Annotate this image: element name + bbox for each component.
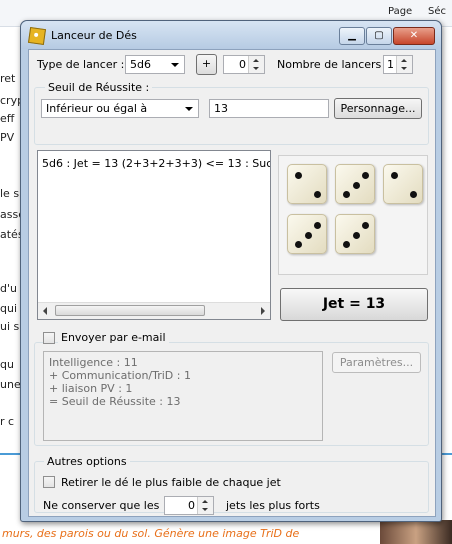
die-face-2 (287, 164, 327, 204)
arrow-up-icon (202, 500, 208, 503)
die-face-3 (335, 214, 375, 254)
page-menu[interactable]: Page (388, 6, 412, 17)
detail-line: Intelligence : 11 (49, 356, 138, 369)
bg-bottom-text: murs, des parois ou du sol. Génère une i… (2, 527, 300, 540)
die-pip (352, 231, 360, 239)
arrow-up-icon (401, 59, 407, 62)
arrow-down-icon (253, 67, 259, 70)
comparator-select[interactable]: Inférieur ou égal à (41, 99, 199, 118)
roll-count-value: 1 (387, 58, 394, 71)
bg-text-fragment: r c (0, 415, 15, 428)
result-log[interactable]: 5d6 : Jet = 13 (2+3+2+3+3) <= 13 : Succè… (37, 150, 271, 320)
die-face-3 (335, 164, 375, 204)
spinner-arrows[interactable] (248, 56, 264, 73)
chevron-down-icon (185, 107, 193, 111)
remove-lowest-label: Retirer le dé le plus faible de chaque j… (61, 476, 281, 489)
threshold-value: 13 (214, 102, 228, 115)
arrow-down-icon (401, 67, 407, 70)
threshold-value-input[interactable]: 13 (209, 99, 329, 118)
die-pip (352, 181, 360, 189)
die-pip (314, 222, 321, 229)
email-checkbox-label: Envoyer par e-mail (58, 331, 169, 344)
die-pip (295, 241, 302, 248)
roll-type-label: Type de lancer : (37, 58, 125, 71)
arrow-up-icon (253, 59, 259, 62)
bg-text-fragment: PV (0, 131, 15, 144)
bg-text-fragment: qu (0, 358, 14, 371)
die-pip (295, 172, 302, 179)
keep-suffix-label: jets les plus forts (226, 499, 320, 512)
other-options-label: Autres options (44, 455, 130, 468)
arrow-left-icon[interactable] (43, 307, 47, 315)
detail-line: = Seuil de Réussite : 13 (49, 395, 181, 408)
horizontal-scrollbar[interactable] (38, 302, 270, 319)
title-bar[interactable]: Lanceur de Dés ▁ ▢ ✕ (21, 21, 441, 49)
keep-prefix-label: Ne conserver que les (43, 499, 160, 512)
bg-text-fragment: le s (0, 187, 20, 200)
minimize-button[interactable]: ▁ (339, 27, 365, 45)
scrollbar-thumb[interactable] (55, 305, 205, 316)
security-menu[interactable]: Séc (428, 6, 446, 17)
spinner-arrows[interactable] (396, 56, 412, 73)
add-modifier-button[interactable]: + (196, 54, 217, 75)
maximize-button[interactable]: ▢ (366, 27, 392, 45)
modifier-spinner[interactable]: 0 (223, 55, 265, 74)
chevron-down-icon (171, 63, 179, 67)
bg-text-fragment: ui s (0, 320, 20, 333)
die-pip (304, 231, 312, 239)
die-pip (391, 172, 398, 179)
roll-count-spinner[interactable]: 1 (383, 55, 413, 74)
spinner-arrows[interactable] (197, 497, 213, 514)
die-face-3 (287, 214, 327, 254)
email-details: Intelligence : 11 + Communication/TriD :… (43, 351, 323, 441)
roll-button[interactable]: Jet = 13 (280, 288, 428, 321)
roll-type-value: 5d6 (130, 58, 151, 71)
detail-line: + liaison PV : 1 (49, 382, 133, 395)
remove-lowest-checkbox[interactable] (43, 476, 55, 488)
bg-text-fragment: ret (0, 72, 16, 85)
comparator-value: Inférieur ou égal à (46, 102, 148, 115)
keep-count-value: 0 (188, 499, 195, 512)
keep-count-spinner[interactable]: 0 (164, 496, 214, 515)
roll-type-select[interactable]: 5d6 (125, 55, 185, 74)
roll-count-label: Nombre de lancers : (277, 58, 389, 71)
die-pip (343, 191, 350, 198)
bg-text-fragment: eff (0, 112, 15, 125)
die-pip (362, 222, 369, 229)
die-pip (314, 191, 321, 198)
window-title: Lanceur de Dés (51, 29, 137, 42)
arrow-down-icon (202, 508, 208, 511)
dialog-body: Type de lancer : 5d6 + 0 Nombre de lance… (28, 49, 436, 517)
arrow-right-icon[interactable] (261, 307, 265, 315)
detail-line: + Communication/TriD : 1 (49, 369, 191, 382)
close-button[interactable]: ✕ (393, 27, 435, 45)
die-pip (343, 241, 350, 248)
dice-panel (278, 155, 428, 275)
threshold-group-label: Seuil de Réussite : (45, 81, 153, 94)
dice-roller-window: Lanceur de Dés ▁ ▢ ✕ Type de lancer : 5d… (20, 20, 442, 522)
email-checkbox[interactable] (43, 332, 55, 344)
die-face-2 (383, 164, 423, 204)
bg-text-fragment: d'u (0, 282, 17, 295)
die-pip (362, 172, 369, 179)
dice-app-icon (27, 26, 47, 46)
result-line: 5d6 : Jet = 13 (2+3+2+3+3) <= 13 : Succè… (42, 157, 271, 170)
bg-text-fragment: qui (0, 302, 18, 315)
die-pip (410, 191, 417, 198)
parameters-button[interactable]: Paramètres... (332, 352, 421, 373)
bg-photo (380, 520, 452, 544)
character-button[interactable]: Personnage... (334, 98, 422, 119)
bg-text-fragment: une (0, 378, 21, 391)
modifier-value: 0 (239, 58, 246, 71)
